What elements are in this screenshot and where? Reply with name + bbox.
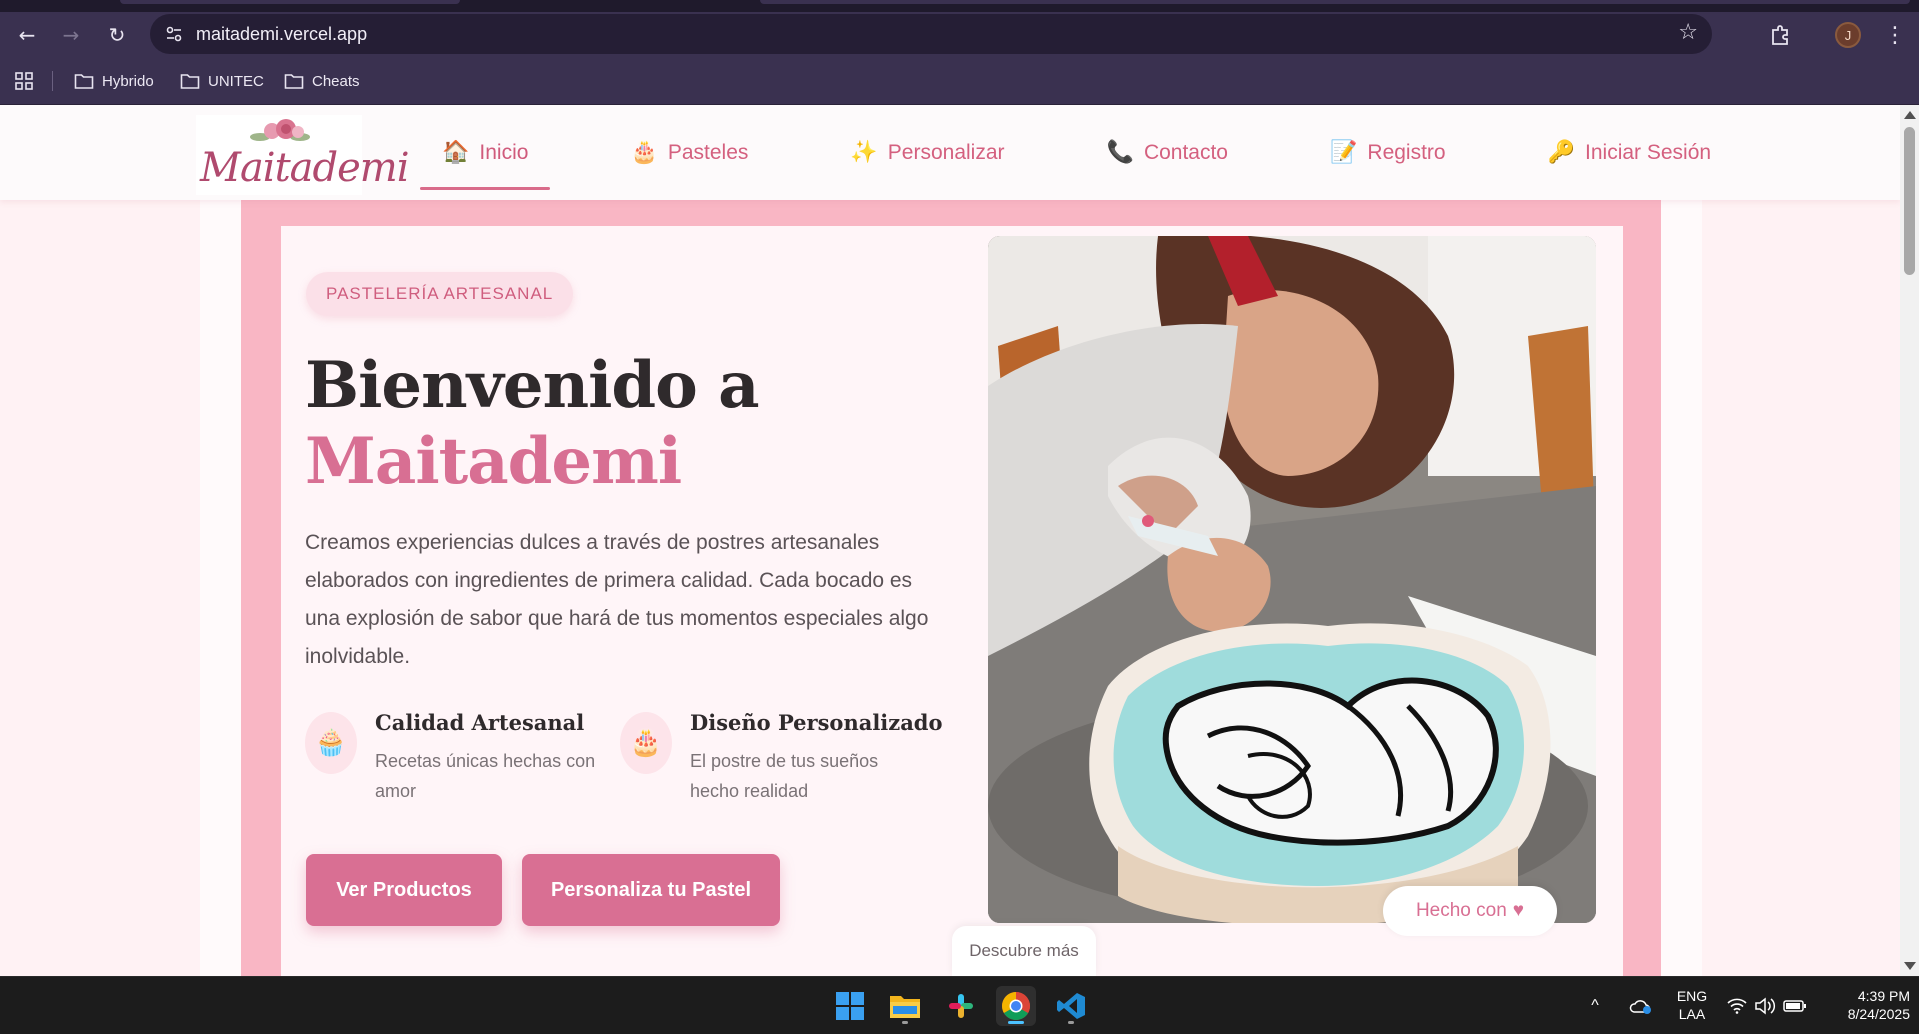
bookmark-star-icon[interactable]: ☆: [1678, 20, 1698, 45]
sparkles-icon: ✨: [850, 140, 878, 165]
onedrive-sync-icon[interactable]: [1626, 986, 1656, 1026]
hero-badge: PASTELERÍA ARTESANAL: [306, 272, 574, 316]
tab-strip: [0, 0, 1919, 12]
running-indicator: [1068, 1021, 1074, 1024]
nav-label: Personalizar: [887, 140, 1005, 164]
birthday-cake-icon: 🎂: [620, 712, 672, 774]
file-explorer-icon[interactable]: [885, 986, 925, 1026]
scroll-up-arrow-icon[interactable]: [1904, 111, 1916, 119]
profile-avatar[interactable]: J: [1835, 22, 1861, 48]
back-arrow-icon[interactable]: ←: [12, 20, 42, 50]
nav-item-contacto[interactable]: 📞 Contacto: [1085, 105, 1250, 200]
lang-code: ENG: [1676, 988, 1708, 1004]
site-logo[interactable]: Maitademi: [196, 115, 410, 195]
nav-item-iniciar-sesion[interactable]: 🔑 Iniciar Sesión: [1526, 105, 1733, 200]
browser-menu-icon[interactable]: ⋮: [1880, 20, 1910, 50]
bookmark-hybrido[interactable]: Hybrido: [74, 69, 154, 93]
baker-illustration: [988, 236, 1596, 923]
apps-grid-icon[interactable]: [14, 71, 34, 91]
feature-title: Calidad Artesanal: [375, 710, 585, 735]
system-clock[interactable]: 4:39 PM 8/24/2025: [1818, 987, 1910, 1023]
personaliza-pastel-button[interactable]: Personaliza tu Pastel: [522, 854, 780, 926]
memo-icon: 📝: [1330, 140, 1358, 165]
nav-label: Pasteles: [667, 140, 749, 164]
bookmarks-bar: Hybrido UNITEC Cheats: [0, 57, 1919, 105]
battery-icon[interactable]: [1780, 986, 1810, 1026]
bookmark-label: Cheats: [312, 72, 360, 90]
nav-item-personalizar[interactable]: ✨ Personalizar: [828, 105, 1026, 200]
bookmark-label: UNITEC: [208, 72, 264, 90]
nav-label: Iniciar Sesión: [1585, 140, 1712, 164]
baker-photo: [988, 236, 1596, 923]
bookmark-cheats[interactable]: Cheats: [284, 69, 360, 93]
taskbar: ^ ENG LAA 4:39 PM 8/24/2025: [0, 976, 1919, 1034]
feature-title: Diseño Personalizado: [690, 710, 943, 735]
nav-label: Registro: [1367, 140, 1446, 164]
nav-label: Inicio: [479, 140, 529, 164]
site-settings-icon[interactable]: [162, 22, 186, 46]
made-with-label: Hecho con: [1415, 900, 1507, 921]
ver-productos-button[interactable]: Ver Productos: [306, 854, 502, 926]
extensions-icon[interactable]: [1765, 20, 1795, 50]
folder-icon: [284, 74, 304, 89]
url-text[interactable]: maitademi.vercel.app: [196, 24, 367, 45]
logo-text: Maitademi: [200, 145, 410, 191]
cupcake-icon: 🧁: [305, 712, 357, 774]
hero-title-brand: Maitademi: [305, 424, 682, 499]
scroll-down-arrow-icon[interactable]: [1904, 962, 1916, 970]
clock-time: 4:39 PM: [1857, 988, 1910, 1004]
nav-label: Contacto: [1143, 140, 1228, 164]
nav-item-pasteles[interactable]: 🎂 Pasteles: [608, 105, 770, 200]
hero-title-line: Bienvenido a: [305, 348, 760, 423]
feature-description: Recetas únicas hechas con amor: [375, 751, 596, 801]
forward-arrow-icon[interactable]: →: [56, 20, 86, 50]
nav-item-registro[interactable]: 📝 Registro: [1308, 105, 1468, 200]
scrollbar-thumb[interactable]: [1904, 127, 1915, 275]
browser-toolbar: ← → ↻ maitademi.vercel.app ☆ J ⋮: [0, 12, 1919, 57]
divider: [52, 71, 53, 91]
bookmark-unitec[interactable]: UNITEC: [180, 69, 264, 93]
roses-logo-icon: [250, 119, 310, 141]
site-header: Maitademi 🏠 Inicio 🎂 Pasteles ✨ Personal…: [0, 105, 1900, 200]
hero-description: Creamos experiencias dulces a través de …: [305, 531, 929, 668]
phone-icon: 📞: [1106, 140, 1134, 165]
heart-icon: ♥: [1512, 900, 1525, 921]
bookmark-label: Hybrido: [102, 72, 154, 90]
vscode-icon[interactable]: [1051, 986, 1091, 1026]
chevron-up-icon[interactable]: ^: [1580, 986, 1610, 1026]
volume-icon[interactable]: [1752, 986, 1778, 1026]
wifi-icon[interactable]: [1724, 986, 1750, 1026]
tab[interactable]: [120, 0, 460, 4]
windows-start-icon[interactable]: [830, 986, 870, 1026]
hero-title: Bienvenido a Maitademi: [305, 348, 760, 500]
clock-date: 8/24/2025: [1847, 1006, 1910, 1022]
address-bar[interactable]: maitademi.vercel.app ☆: [150, 14, 1712, 54]
key-icon: 🔑: [1547, 140, 1576, 165]
folder-icon: [180, 74, 200, 89]
reload-icon[interactable]: ↻: [102, 20, 132, 50]
discover-more-button[interactable]: Descubre más: [952, 926, 1096, 976]
chrome-icon[interactable]: [996, 986, 1036, 1026]
slack-icon[interactable]: [941, 986, 981, 1026]
active-indicator: [1008, 1021, 1024, 1024]
nav-item-inicio[interactable]: 🏠 Inicio: [420, 105, 551, 200]
tab[interactable]: [760, 0, 1910, 4]
page-scrollbar[interactable]: [1900, 105, 1919, 976]
feature-description: El postre de tus sueños hecho realidad: [690, 751, 879, 801]
cake-icon: 🎂: [630, 140, 658, 165]
running-indicator: [902, 1021, 908, 1024]
folder-icon: [74, 74, 94, 89]
made-with-love-badge: Hecho con ♥: [1383, 886, 1557, 936]
house-icon: 🏠: [442, 140, 470, 165]
language-indicator[interactable]: ENG LAA: [1672, 987, 1712, 1023]
keyboard-layout: LAA: [1678, 1006, 1706, 1022]
main-nav: 🏠 Inicio 🎂 Pasteles ✨ Personalizar 📞 Con…: [420, 105, 1791, 200]
